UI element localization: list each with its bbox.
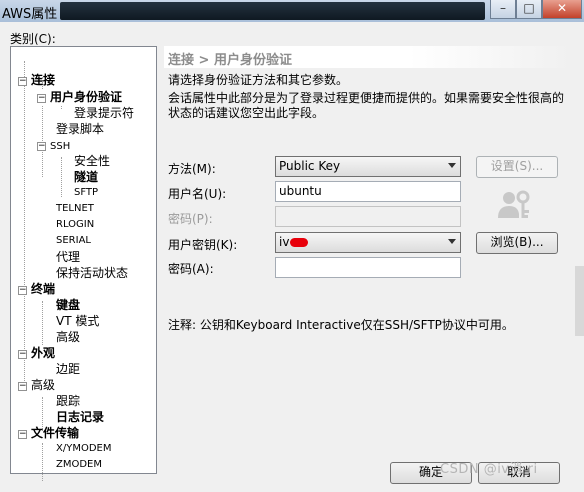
collapse-icon[interactable]: −: [18, 77, 27, 86]
maximize-button[interactable]: □: [516, 0, 542, 19]
tree-item-ssh[interactable]: − SSH: [37, 137, 70, 153]
panel-description-detail: 会话属性中此部分是为了登录过程更便捷而提供的。如果需要安全性很高的状态的话建议您…: [168, 91, 565, 120]
note-text: 注释: 公钥和Keyboard Interactive仅在SSH/SFTP协议中…: [168, 318, 514, 332]
tree-item-advanced[interactable]: − 高级: [18, 377, 55, 393]
user-key-select[interactable]: iv: [275, 232, 461, 253]
tree-guide-line: [24, 61, 25, 391]
title-bar-background: [60, 2, 485, 20]
tree-item-sftp[interactable]: SFTP: [74, 185, 98, 201]
properties-dialog: 类别(C): − 连接 − 用户身份验证 登录提示符 登录脚本 − SSH 安全性 隧…: [0, 22, 584, 492]
background-window-edge: [575, 266, 584, 336]
method-select[interactable]: Public Key: [275, 156, 461, 177]
tree-item-label: 高级: [31, 378, 56, 392]
tree-item-appearance[interactable]: − 外观: [18, 345, 55, 361]
tree-item-proxy[interactable]: 代理: [56, 249, 80, 265]
category-label: 类别(C):: [10, 32, 56, 46]
method-label: 方法(M):: [168, 162, 216, 176]
dropdown-arrow-icon: [448, 239, 456, 244]
breadcrumb: 连接 > 用户身份验证: [164, 46, 572, 68]
tree-item-logging[interactable]: 日志记录: [56, 409, 104, 425]
collapse-icon[interactable]: −: [18, 350, 27, 359]
minimize-button[interactable]: –: [490, 0, 516, 19]
collapse-icon[interactable]: −: [37, 94, 46, 103]
tree-item-trace[interactable]: 跟踪: [56, 393, 80, 409]
username-input[interactable]: ubuntu: [275, 181, 461, 202]
username-label: 用户名(U):: [168, 187, 227, 201]
tree-item-keyboard[interactable]: 键盘: [56, 297, 80, 313]
tree-guide-line: [42, 301, 43, 345]
tree-item-label: 用户身份验证: [50, 90, 123, 104]
password-input[interactable]: [275, 206, 461, 227]
close-button[interactable]: ✕: [542, 0, 582, 19]
watermark: CSDN @iv消 ri: [440, 462, 538, 477]
window-title: AWS属性: [2, 7, 58, 22]
tree-item-rlogin[interactable]: RLOGIN: [56, 217, 94, 233]
tree-item-keep-alive[interactable]: 保持活动状态: [56, 265, 128, 281]
user-key-select-value: iv: [279, 235, 290, 249]
passphrase-label: 密码(A):: [168, 262, 214, 276]
collapse-icon[interactable]: −: [18, 286, 27, 295]
redaction-mark: [290, 238, 309, 247]
title-bar: AWS属性 – □ ✕: [0, 0, 584, 22]
tree-item-user-authentication[interactable]: − 用户身份验证: [37, 89, 123, 105]
tree-item-label: SSH: [50, 141, 71, 152]
password-label: 密码(P):: [168, 212, 213, 226]
settings-button[interactable]: 设置(S)...: [476, 156, 558, 178]
tree-item-label: 外观: [31, 346, 56, 360]
dropdown-arrow-icon: [448, 163, 456, 168]
tree-item-terminal[interactable]: − 终端: [18, 281, 55, 297]
tree-item-serial[interactable]: SERIAL: [56, 233, 91, 249]
browse-button[interactable]: 浏览(B)...: [476, 232, 558, 254]
tree-item-terminal-advanced[interactable]: 高级: [56, 329, 80, 345]
tree-item-file-transfer[interactable]: − 文件传输: [18, 425, 79, 441]
collapse-icon[interactable]: −: [18, 382, 27, 391]
panel-description: 请选择身份验证方法和其它参数。: [168, 73, 349, 87]
tree-item-margins[interactable]: 边距: [56, 361, 80, 377]
tree-guide-line: [42, 443, 43, 481]
user-key-label: 用户密钥(K):: [168, 238, 238, 252]
tree-item-zmodem[interactable]: ZMODEM: [56, 457, 102, 473]
tree-item-xymodem[interactable]: X/YMODEM: [56, 441, 111, 457]
passphrase-input[interactable]: [275, 257, 461, 278]
tree-guide-line: [61, 157, 62, 197]
tree-item-vt-modes[interactable]: VT 模式: [56, 313, 99, 329]
collapse-icon[interactable]: −: [37, 142, 46, 151]
tree-item-label: 连接: [31, 73, 56, 87]
collapse-icon[interactable]: −: [18, 430, 27, 439]
category-tree[interactable]: − 连接 − 用户身份验证 登录提示符 登录脚本 − SSH 安全性 隧道 SFTP …: [10, 46, 157, 481]
tree-item-login-prompts[interactable]: 登录提示符: [74, 105, 134, 121]
tree-item-connection[interactable]: − 连接: [18, 72, 55, 88]
user-key-icon: [498, 190, 530, 218]
method-select-value: Public Key: [279, 159, 341, 173]
tree-item-tunneling[interactable]: 隧道: [74, 169, 98, 185]
tree-item-telnet[interactable]: TELNET: [56, 201, 94, 217]
tree-item-login-script[interactable]: 登录脚本: [56, 121, 104, 137]
tree-item-security[interactable]: 安全性: [74, 153, 110, 169]
tree-item-label: 终端: [31, 282, 56, 296]
tree-item-label: 文件传输: [31, 426, 80, 440]
